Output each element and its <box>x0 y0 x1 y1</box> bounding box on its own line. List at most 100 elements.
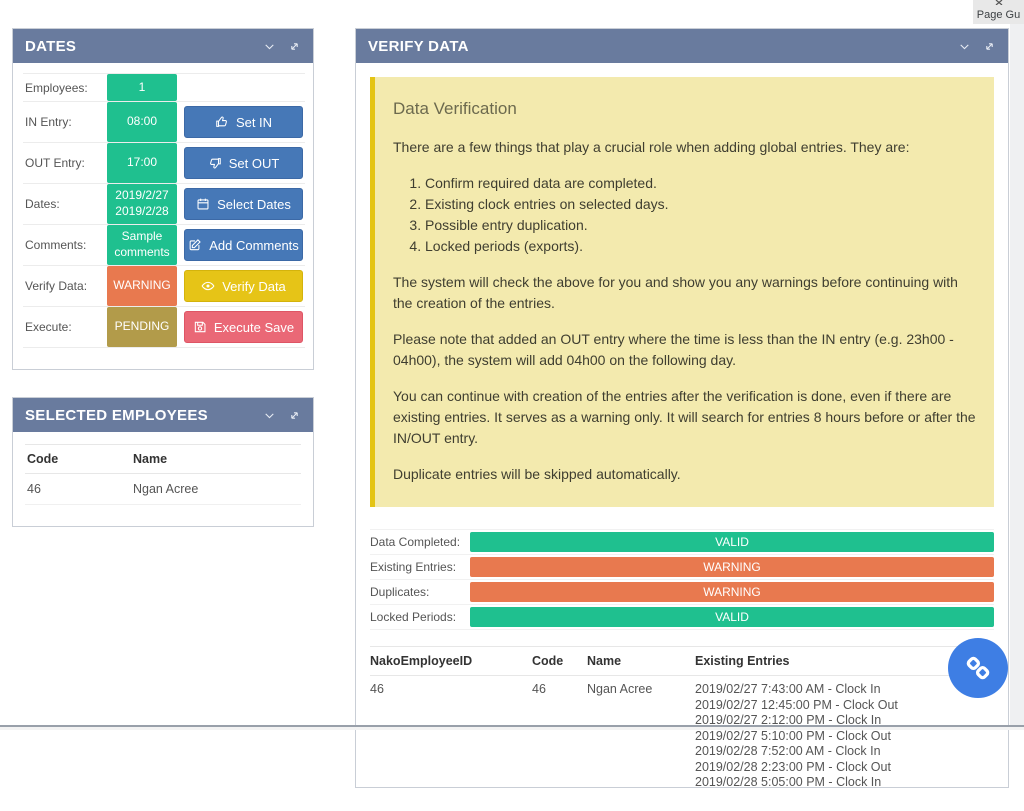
status-label: Duplicates: <box>370 585 470 599</box>
link-fab-button[interactable] <box>948 638 1008 698</box>
callout-paragraph: The system will check the above for you … <box>393 272 976 314</box>
employee-code: 46 <box>27 482 133 496</box>
status-bar: VALID <box>470 607 994 627</box>
clock-entry: 2019/02/27 12:45:00 PM - Clock Out <box>695 698 994 714</box>
collapse-chevron-icon[interactable] <box>958 40 971 53</box>
verify-data-button-label: Verify Data <box>222 279 286 294</box>
status-bar: WARNING <box>470 557 994 577</box>
add-comments-label: Add Comments <box>209 238 299 253</box>
thumbs-up-icon <box>215 115 229 129</box>
checklist-item: Possible entry duplication. <box>425 215 976 236</box>
name-column-header: Name <box>133 452 299 466</box>
status-row-locked-periods: Locked Periods: VALID <box>370 605 994 630</box>
out-entry-value: 17:00 <box>107 143 177 183</box>
collapse-chevron-icon[interactable] <box>263 40 276 53</box>
existing-entries-list: 2019/02/27 7:43:00 AM - Clock In 2019/02… <box>695 682 994 791</box>
verify-status-badge: WARNING <box>107 266 177 306</box>
status-row-duplicates: Duplicates: WARNING <box>370 580 994 605</box>
execute-save-label: Execute Save <box>214 320 294 335</box>
set-in-label: Set IN <box>236 115 272 130</box>
employee-row: 46 Ngan Acree <box>25 474 301 505</box>
set-out-label: Set OUT <box>229 156 280 171</box>
code-column-header: Code <box>27 452 133 466</box>
comments-value: Sample comments <box>107 225 177 265</box>
verify-data-panel: VERIFY DATA Data Verification There are … <box>355 28 1009 788</box>
out-entry-label: OUT Entry: <box>23 143 107 183</box>
status-bar: WARNING <box>470 582 994 602</box>
execute-status-badge: PENDING <box>107 307 177 347</box>
clock-entry: 2019/02/28 5:05:00 PM - Clock In <box>695 775 994 791</box>
execute-label: Execute: <box>23 307 107 347</box>
set-in-button[interactable]: Set IN <box>184 106 303 138</box>
verify-data-button[interactable]: Verify Data <box>184 270 303 302</box>
select-dates-label: Select Dates <box>217 197 291 212</box>
checklist-item: Existing clock entries on selected days. <box>425 194 976 215</box>
verify-data-label: Verify Data: <box>23 266 107 306</box>
page-guide-button[interactable]: Page Gu <box>973 0 1024 24</box>
employees-count-badge: 1 <box>107 74 177 101</box>
code-header: Code <box>532 654 587 668</box>
dates-row-employees: Employees: 1 <box>23 73 305 101</box>
checklist-item: Confirm required data are completed. <box>425 173 976 194</box>
verify-data-header: VERIFY DATA <box>356 29 1008 63</box>
comments-label: Comments: <box>23 225 107 265</box>
collapse-chevron-icon[interactable] <box>263 409 276 422</box>
status-bar: VALID <box>470 532 994 552</box>
dates-row-verify: Verify Data: WARNING Verify Data <box>23 265 305 306</box>
add-comments-button[interactable]: Add Comments <box>184 229 303 261</box>
status-row-data-completed: Data Completed: VALID <box>370 529 994 555</box>
selected-employees-header: SELECTED EMPLOYEES <box>13 398 313 432</box>
dates-panel-header: DATES <box>13 29 313 63</box>
execute-save-button[interactable]: Execute Save <box>184 311 303 343</box>
link-icon <box>963 653 993 683</box>
name-header: Name <box>587 654 695 668</box>
data-verification-callout: Data Verification There are a few things… <box>370 77 994 507</box>
employees-label: Employees: <box>23 74 107 101</box>
dates-panel-title: DATES <box>25 38 76 55</box>
employees-table-header: Code Name <box>25 444 301 474</box>
existing-entries-table: NakoEmployeeID Code Name Existing Entrie… <box>370 646 994 797</box>
clock-entry: 2019/02/28 2:23:00 PM - Clock Out <box>695 760 994 776</box>
dates-row-out-entry: OUT Entry: 17:00 Set OUT <box>23 142 305 183</box>
verify-data-title: VERIFY DATA <box>368 38 469 55</box>
in-entry-value: 08:00 <box>107 102 177 142</box>
expand-icon[interactable] <box>288 409 301 422</box>
page-guide-icon <box>995 0 1003 5</box>
set-out-button[interactable]: Set OUT <box>184 147 303 179</box>
status-row-existing-entries: Existing Entries: WARNING <box>370 555 994 580</box>
dates-panel: DATES Employees: 1 IN Entry: 08:00 Set I… <box>12 28 314 370</box>
callout-paragraph: Please note that added an OUT entry wher… <box>393 329 976 371</box>
expand-icon[interactable] <box>983 40 996 53</box>
edit-icon <box>188 238 202 252</box>
expand-icon[interactable] <box>288 40 301 53</box>
dates-row-in-entry: IN Entry: 08:00 Set IN <box>23 101 305 142</box>
dates-value: 2019/2/27 2019/2/28 <box>107 184 177 224</box>
callout-paragraph: Duplicate entries will be skipped automa… <box>393 464 976 485</box>
clock-entry: 2019/02/28 7:52:00 AM - Clock In <box>695 744 994 760</box>
dates-row-comments: Comments: Sample comments Add Comments <box>23 224 305 265</box>
callout-checklist: Confirm required data are completed. Exi… <box>425 173 976 257</box>
eye-icon <box>201 279 215 293</box>
save-icon <box>193 320 207 334</box>
in-entry-label: IN Entry: <box>23 102 107 142</box>
callout-paragraph: You can continue with creation of the en… <box>393 386 976 449</box>
status-label: Data Completed: <box>370 535 470 549</box>
name-cell: Ngan Acree <box>587 682 695 791</box>
status-label: Locked Periods: <box>370 610 470 624</box>
selected-employees-panel: SELECTED EMPLOYEES Code Name 46 Ngan Acr… <box>12 397 314 527</box>
dates-label: Dates: <box>23 184 107 224</box>
dates-row-dates: Dates: 2019/2/27 2019/2/28 Select Dates <box>23 183 305 224</box>
right-gutter <box>1010 0 1024 730</box>
checklist-item: Locked periods (exports). <box>425 236 976 257</box>
nako-employee-id-header: NakoEmployeeID <box>370 654 532 668</box>
verification-status-table: Data Completed: VALID Existing Entries: … <box>370 529 994 630</box>
code-cell: 46 <box>532 682 587 791</box>
clock-entry: 2019/02/27 5:10:00 PM - Clock Out <box>695 729 994 745</box>
callout-intro: There are a few things that play a cruci… <box>393 137 976 158</box>
employee-name: Ngan Acree <box>133 482 299 496</box>
status-label: Existing Entries: <box>370 560 470 574</box>
select-dates-button[interactable]: Select Dates <box>184 188 303 220</box>
calendar-icon <box>196 197 210 211</box>
nako-employee-id-cell: 46 <box>370 682 532 791</box>
entries-table-header: NakoEmployeeID Code Name Existing Entrie… <box>370 646 994 676</box>
